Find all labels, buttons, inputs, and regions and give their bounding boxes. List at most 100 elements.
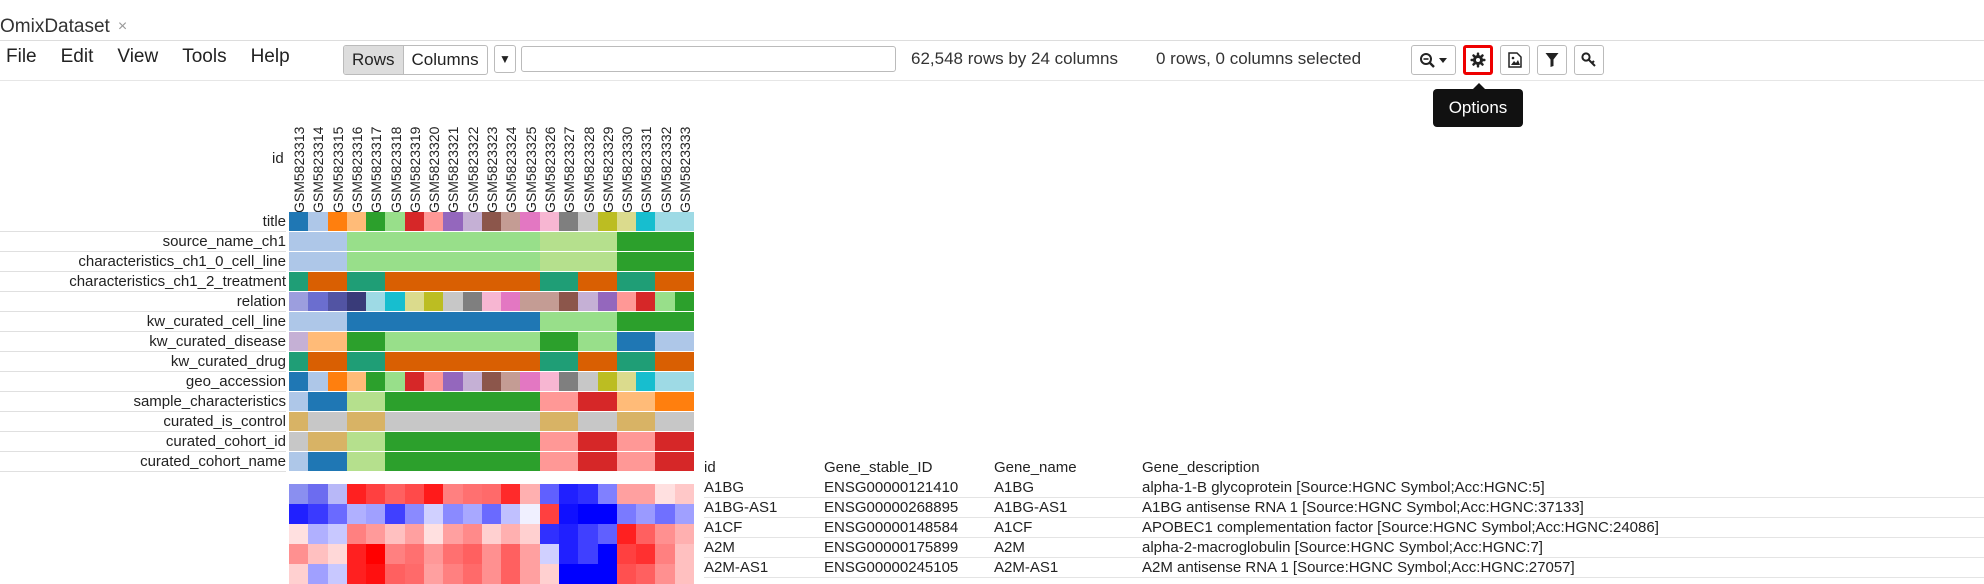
search-mode-dropdown[interactable]: ▼ (494, 45, 516, 73)
heatmap-cell[interactable] (616, 524, 637, 544)
heatmap-cell[interactable] (462, 504, 482, 524)
heatmap-cell[interactable] (674, 564, 694, 584)
annotation-cell[interactable] (289, 252, 309, 271)
annotation-cell[interactable] (520, 432, 540, 451)
annotation-cell[interactable] (289, 232, 309, 251)
annotation-cell[interactable] (501, 252, 521, 271)
annotation-row-label[interactable]: curated_is_control (0, 412, 286, 432)
annotation-cell[interactable] (616, 352, 637, 371)
column-header[interactable]: GSM5823313 (289, 103, 309, 213)
column-header[interactable]: GSM5823331 (636, 103, 656, 213)
heatmap-cell[interactable] (462, 484, 482, 504)
heatmap-cell[interactable] (636, 544, 656, 564)
annotation-cell[interactable] (404, 352, 424, 371)
annotation-row-label[interactable]: relation (0, 292, 286, 312)
heatmap-cell[interactable] (327, 564, 347, 584)
annotation-cell[interactable] (346, 412, 367, 431)
heatmap-cell[interactable] (462, 524, 482, 544)
annotation-cell[interactable] (346, 232, 367, 251)
annotation-cell[interactable] (655, 212, 675, 231)
annotation-cell[interactable] (636, 412, 656, 431)
heatmap-cell[interactable] (539, 504, 559, 524)
annotation-cell[interactable] (558, 292, 579, 311)
heatmap-cell[interactable] (366, 504, 386, 524)
column-header[interactable]: GSM5823326 (540, 103, 560, 213)
annotation-cell[interactable] (289, 432, 309, 451)
annotation-cell[interactable] (443, 352, 463, 371)
annotation-cell[interactable] (385, 352, 405, 371)
annotation-cell[interactable] (655, 432, 675, 451)
heatmap-cell[interactable] (655, 564, 675, 584)
annotation-cell[interactable] (462, 252, 482, 271)
heatmap-cell[interactable] (443, 484, 463, 504)
heatmap-cell[interactable] (289, 544, 309, 564)
heatmap-cell[interactable] (366, 484, 386, 504)
annotation-cell[interactable] (462, 332, 482, 351)
table-row[interactable]: A1BG ENSG00000121410 A1BG alpha-1-B glycopr… (704, 478, 1984, 498)
annotation-cell[interactable] (289, 212, 309, 231)
annotation-row-label[interactable]: geo_accession (0, 372, 286, 392)
header-gene-name[interactable]: Gene_name (994, 456, 1142, 478)
annotation-cell[interactable] (674, 212, 694, 231)
annotation-cell[interactable] (501, 392, 521, 411)
annotation-cell[interactable] (346, 332, 367, 351)
annotation-cell[interactable] (404, 212, 424, 231)
annotation-cell[interactable] (308, 372, 328, 391)
heatmap-cell[interactable] (327, 504, 347, 524)
heatmap-cell[interactable] (443, 504, 463, 524)
annotation-cell[interactable] (481, 312, 502, 331)
annotation-cell[interactable] (327, 252, 347, 271)
heatmap-cell[interactable] (501, 484, 521, 504)
annotation-row-label[interactable]: characteristics_ch1_0_cell_line (0, 252, 286, 272)
annotation-cell[interactable] (327, 372, 347, 391)
heatmap-cell[interactable] (597, 524, 617, 544)
annotation-cell[interactable] (423, 392, 444, 411)
annotation-cell[interactable] (423, 412, 444, 431)
annotation-cell[interactable] (674, 352, 694, 371)
annotation-cell[interactable] (308, 332, 328, 351)
annotation-cell[interactable] (578, 232, 598, 251)
save-image-button[interactable] (1500, 45, 1530, 75)
annotation-cell[interactable] (520, 452, 540, 471)
heatmap-cell[interactable] (462, 544, 482, 564)
annotation-cell[interactable] (346, 352, 367, 371)
annotation-cell[interactable] (366, 412, 386, 431)
heatmap-cell[interactable] (385, 544, 405, 564)
heatmap-cell[interactable] (616, 504, 637, 524)
annotation-cell[interactable] (578, 332, 598, 351)
annotation-cell[interactable] (481, 352, 502, 371)
heatmap-cell[interactable] (558, 504, 579, 524)
annotation-cell[interactable] (539, 432, 559, 451)
annotation-cell[interactable] (346, 452, 367, 471)
annotation-cell[interactable] (578, 452, 598, 471)
column-header[interactable]: GSM5823329 (598, 103, 618, 213)
annotation-cell[interactable] (501, 372, 521, 391)
annotation-row-label[interactable]: title (0, 212, 286, 232)
annotation-cell[interactable] (539, 232, 559, 251)
menu-file[interactable]: File (6, 46, 37, 68)
annotation-cell[interactable] (308, 392, 328, 411)
annotation-cell[interactable] (423, 292, 444, 311)
annotation-cell[interactable] (346, 252, 367, 271)
annotation-cell[interactable] (636, 432, 656, 451)
columns-toggle-button[interactable]: Columns (404, 46, 487, 74)
column-header[interactable]: GSM5823323 (482, 103, 502, 213)
annotation-cell[interactable] (366, 372, 386, 391)
annotation-cell[interactable] (558, 312, 579, 331)
annotation-cell[interactable] (346, 292, 367, 311)
annotation-cell[interactable] (616, 372, 637, 391)
annotation-cell[interactable] (366, 432, 386, 451)
heatmap-cell[interactable] (366, 564, 386, 584)
annotation-cell[interactable] (443, 232, 463, 251)
annotation-cell[interactable] (404, 292, 424, 311)
annotation-cell[interactable] (636, 312, 656, 331)
annotation-row-label[interactable]: characteristics_ch1_2_treatment (0, 272, 286, 292)
annotation-cell[interactable] (558, 392, 579, 411)
annotation-cell[interactable] (289, 392, 309, 411)
annotation-cell[interactable] (308, 232, 328, 251)
annotation-cell[interactable] (327, 332, 347, 351)
annotation-cell[interactable] (520, 252, 540, 271)
heatmap-cell[interactable] (597, 504, 617, 524)
column-header[interactable]: GSM5823314 (308, 103, 328, 213)
column-header[interactable]: GSM5823317 (366, 103, 386, 213)
